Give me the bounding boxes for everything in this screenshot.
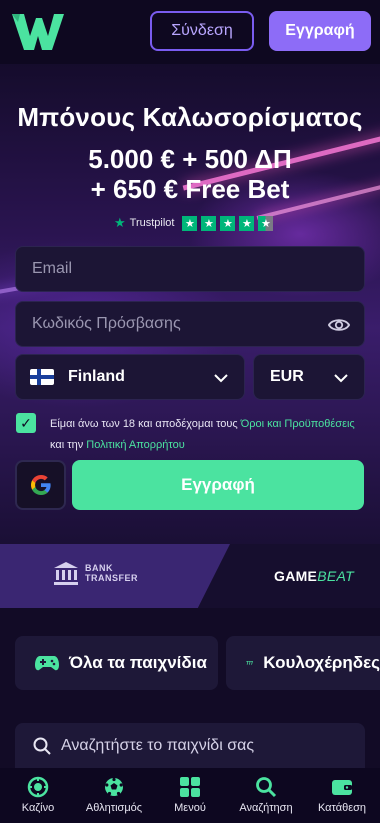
email-input[interactable]: [32, 260, 348, 278]
nav-label: Κατάθεση: [317, 802, 367, 814]
finland-flag-icon: [30, 369, 54, 385]
nav-label: Καζίνο: [21, 802, 55, 814]
privacy-link[interactable]: Πολιτική Απορρήτου: [86, 439, 185, 451]
bank-icon: [54, 562, 78, 585]
rating-star-icon: ★: [182, 215, 198, 231]
nav-sports[interactable]: Αθλητισμός: [76, 768, 152, 823]
gamebeat-main: GAME: [274, 568, 318, 584]
password-field[interactable]: [15, 301, 365, 347]
trustpilot-star-icon: ★: [114, 215, 126, 230]
bonus-title: Μπόνους Καλωσορίσματος: [17, 102, 363, 132]
gamebeat-accent: BEAT: [317, 568, 354, 584]
category-slots[interactable]: Κουλοχέρηδες: [226, 636, 380, 690]
register-button-header[interactable]: Εγγραφή: [269, 11, 371, 51]
rating-half-star-icon: ★: [258, 215, 274, 231]
slots-777-icon: [246, 660, 253, 665]
payment-providers-strip: BANK TRANSFER GAMEBEAT: [0, 544, 380, 608]
terms-prefix: Είμαι άνω των 18 και αποδέχομαι τους: [50, 418, 241, 430]
trustpilot-label: Trustpilot: [129, 217, 175, 229]
category-all-games[interactable]: Όλα τα παιχνίδια: [15, 636, 218, 690]
terms-mid: και την: [50, 439, 87, 451]
eye-icon[interactable]: [328, 314, 350, 336]
nav-label: Αθλητισμός: [85, 802, 143, 814]
category-label: Όλα τα παιχνίδια: [69, 653, 207, 672]
country-value: Finland: [68, 368, 125, 385]
bottom-navigation: Καζίνο Αθλητισμός Μενού Αναζήτηση Κατάθε…: [0, 768, 380, 823]
chevron-down-icon: [214, 374, 228, 383]
bank-transfer-logo: BANK TRANSFER: [53, 560, 138, 586]
country-select[interactable]: Finland: [15, 354, 245, 400]
nav-deposit[interactable]: Κατάθεση: [304, 768, 380, 823]
brand-logo[interactable]: [10, 10, 66, 54]
top-header: Σύνδεση Εγγραφή: [0, 0, 380, 64]
wallet-icon: [332, 780, 352, 795]
grid-menu-icon: [180, 777, 200, 797]
email-field[interactable]: [15, 246, 365, 292]
football-icon: [105, 777, 123, 796]
search-icon: [33, 737, 51, 755]
bonus-amount: 5.000 € + 500 ΔΠ: [88, 144, 292, 174]
bonus-freebet: + 650 € Free Bet: [90, 174, 290, 204]
age-terms-checkbox[interactable]: ✓: [16, 413, 36, 433]
google-icon: [30, 475, 51, 495]
rating-star-icon: ★: [239, 215, 255, 231]
currency-value: EUR: [270, 368, 304, 385]
gamepad-icon: [35, 656, 59, 671]
rating-star-icon: ★: [220, 215, 236, 231]
nav-casino[interactable]: Καζίνο: [0, 768, 76, 823]
google-signin-button[interactable]: [15, 460, 66, 510]
search-placeholder: Αναζητήστε το παιχνίδι σας: [61, 737, 255, 754]
casino-chip-icon: [27, 776, 49, 798]
login-button[interactable]: Σύνδεση: [150, 11, 254, 51]
terms-text: Είμαι άνω των 18 και αποδέχομαι τους Όρο…: [50, 414, 370, 456]
game-search-bar[interactable]: Αναζητήστε το παιχνίδι σας: [15, 723, 365, 769]
nav-menu[interactable]: Μενού: [152, 768, 228, 823]
search-icon: [256, 777, 277, 798]
nav-label: Μενού: [174, 802, 206, 814]
trustpilot-rating: ★ Trustpilot ★ ★ ★ ★ ★: [114, 214, 274, 232]
category-label: Κουλοχέρηδες: [263, 653, 380, 672]
register-submit-button[interactable]: Εγγραφή: [72, 460, 364, 510]
chevron-down-icon: [334, 374, 348, 383]
password-input[interactable]: [32, 315, 348, 333]
bank-line1: BANK: [85, 563, 113, 573]
bank-line2: TRANSFER: [85, 573, 138, 583]
currency-select[interactable]: EUR: [253, 354, 365, 400]
gamebeat-logo: GAMEBEAT: [274, 568, 354, 584]
rating-star-icon: ★: [201, 215, 217, 231]
nav-label: Αναζήτηση: [239, 802, 293, 814]
terms-link[interactable]: Όροι και Προϋποθέσεις: [241, 418, 355, 430]
nav-search[interactable]: Αναζήτηση: [228, 768, 304, 823]
